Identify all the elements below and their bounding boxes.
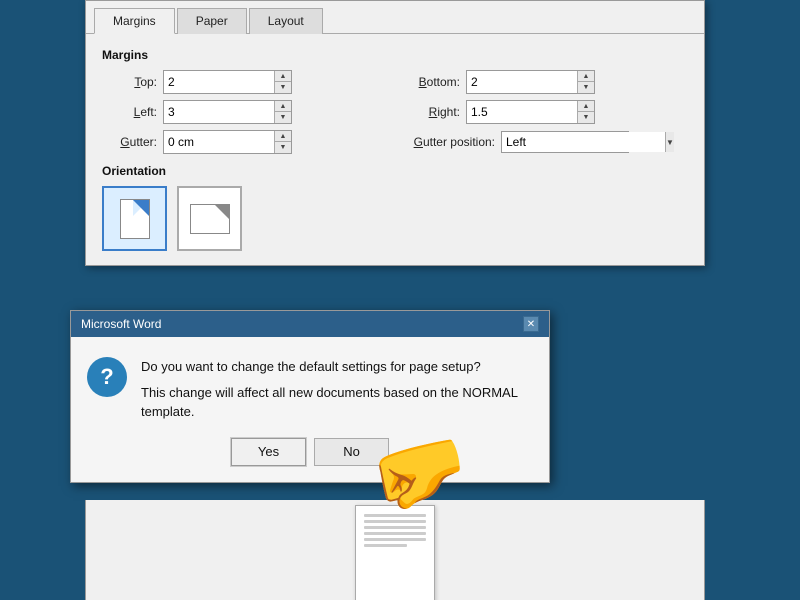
left-field-row: Left: ▲ ▼ <box>102 100 385 124</box>
orientation-icons <box>102 186 688 251</box>
confirm-buttons: Yes No <box>71 438 549 482</box>
left-input[interactable] <box>164 101 274 123</box>
margins-section-label: Margins <box>102 48 688 62</box>
gutter-position-dropdown-arrow[interactable]: ▼ <box>665 132 674 152</box>
confirm-titlebar: Microsoft Word ✕ <box>71 311 549 337</box>
right-input[interactable] <box>467 101 577 123</box>
bottom-label: Bottom: <box>405 75 460 89</box>
portrait-page-shape <box>120 199 150 239</box>
gutter-input[interactable] <box>164 131 274 153</box>
tab-layout[interactable]: Layout <box>249 8 323 34</box>
gutter-position-label: Gutter position: <box>405 135 495 149</box>
bottom-input[interactable] <box>467 71 577 93</box>
confirm-message2: This change will affect all new document… <box>141 383 529 422</box>
right-spinner[interactable]: ▲ ▼ <box>466 100 595 124</box>
preview-line-3 <box>364 526 426 529</box>
top-input[interactable] <box>164 71 274 93</box>
gutter-spin-down[interactable]: ▼ <box>275 142 291 153</box>
preview-line-6 <box>364 544 407 547</box>
gutter-field-row: Gutter: ▲ ▼ <box>102 130 385 154</box>
left-spin-down[interactable]: ▼ <box>275 112 291 123</box>
confirm-dialog[interactable]: Microsoft Word ✕ ? Do you want to change… <box>70 310 550 483</box>
no-button[interactable]: No <box>314 438 389 466</box>
orientation-section: Orientation <box>102 164 688 251</box>
gutter-position-select[interactable]: ▼ <box>501 131 629 153</box>
top-spinner[interactable]: ▲ ▼ <box>163 70 292 94</box>
right-spin-down[interactable]: ▼ <box>578 112 594 123</box>
right-field-row: Right: ▲ ▼ <box>405 100 688 124</box>
right-label: Right: <box>405 105 460 119</box>
page-setup-dialog[interactable]: Margins Paper Layout Margins Top: ▲ ▼ B <box>85 0 705 266</box>
question-icon: ? <box>87 357 127 397</box>
landscape-page-shape <box>190 204 230 234</box>
gutter-spin-up[interactable]: ▲ <box>275 131 291 142</box>
orientation-label: Orientation <box>102 164 688 178</box>
top-spin-up[interactable]: ▲ <box>275 71 291 82</box>
gutter-label: Gutter: <box>102 135 157 149</box>
preview-line-5 <box>364 538 426 541</box>
bottom-field-row: Bottom: ▲ ▼ <box>405 70 688 94</box>
confirm-message1: Do you want to change the default settin… <box>141 357 529 377</box>
bottom-spinner-buttons: ▲ ▼ <box>577 71 594 93</box>
tabs-bar: Margins Paper Layout <box>86 1 704 34</box>
bottom-spin-up[interactable]: ▲ <box>578 71 594 82</box>
right-spin-up[interactable]: ▲ <box>578 101 594 112</box>
bottom-preview <box>85 500 705 600</box>
confirm-title: Microsoft Word <box>81 317 161 331</box>
confirm-body: ? Do you want to change the default sett… <box>71 337 549 438</box>
preview-line-4 <box>364 532 426 535</box>
preview-line-2 <box>364 520 426 523</box>
gutter-spinner[interactable]: ▲ ▼ <box>163 130 292 154</box>
left-label: Left: <box>102 105 157 119</box>
preview-line-1 <box>364 514 426 517</box>
confirm-text: Do you want to change the default settin… <box>141 357 529 422</box>
gutter-spinner-buttons: ▲ ▼ <box>274 131 291 153</box>
bottom-spinner[interactable]: ▲ ▼ <box>466 70 595 94</box>
top-spin-down[interactable]: ▼ <box>275 82 291 93</box>
dialog-content: Margins Top: ▲ ▼ Bottom: <box>86 34 704 265</box>
top-spinner-buttons: ▲ ▼ <box>274 71 291 93</box>
left-spinner[interactable]: ▲ ▼ <box>163 100 292 124</box>
top-field-row: Top: ▲ ▼ <box>102 70 385 94</box>
tab-paper[interactable]: Paper <box>177 8 247 34</box>
bottom-spin-down[interactable]: ▼ <box>578 82 594 93</box>
gutter-position-field-row: Gutter position: ▼ <box>405 130 688 154</box>
preview-page <box>355 505 435 600</box>
portrait-icon[interactable] <box>102 186 167 251</box>
gutter-position-input[interactable] <box>502 132 665 152</box>
landscape-icon[interactable] <box>177 186 242 251</box>
confirm-close-button[interactable]: ✕ <box>523 316 539 332</box>
yes-button[interactable]: Yes <box>231 438 306 466</box>
top-label: Top: <box>102 75 157 89</box>
left-spinner-buttons: ▲ ▼ <box>274 101 291 123</box>
right-spinner-buttons: ▲ ▼ <box>577 101 594 123</box>
left-spin-up[interactable]: ▲ <box>275 101 291 112</box>
tab-margins[interactable]: Margins <box>94 8 175 34</box>
margins-grid: Top: ▲ ▼ Bottom: ▲ ▼ <box>102 70 688 154</box>
